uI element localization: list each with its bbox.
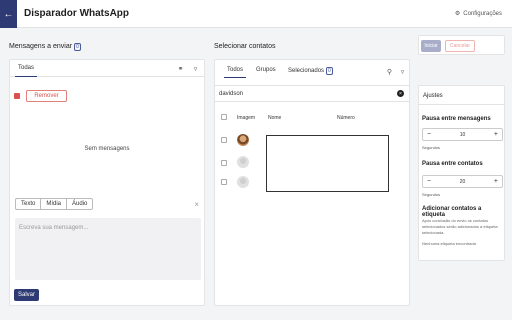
settings-title: Ajustes: [423, 93, 443, 99]
contacts-table-header: Imagem Nome Número: [215, 112, 409, 122]
avatar: [237, 156, 249, 168]
column-number: Número: [337, 115, 355, 121]
plus-icon[interactable]: +: [494, 131, 498, 138]
row-checkbox[interactable]: [221, 137, 227, 143]
tab-selecionados[interactable]: Selecionados 0: [288, 67, 333, 75]
contacts-tabs: Todos Grupos Selecionados 0 ⚲ ▿: [215, 60, 409, 86]
contact-interval-stepper[interactable]: − 20 +: [422, 175, 503, 188]
clear-search-icon[interactable]: ×: [397, 90, 404, 97]
tab-grupos[interactable]: Grupos: [256, 67, 276, 73]
contact-interval-label: Pausa entre contatos: [422, 161, 483, 167]
empty-messages-text: Sem mensagens: [84, 146, 130, 152]
plus-icon[interactable]: +: [494, 178, 498, 185]
selected-count-badge: 0: [326, 67, 333, 75]
message-interval-unit: Segundos: [422, 145, 441, 150]
redacted-contact-info: [266, 135, 389, 192]
message-interval-value[interactable]: 10: [423, 132, 502, 138]
contacts-section-title: Selecionar contatos: [214, 43, 276, 50]
tab-todos[interactable]: Todos: [223, 67, 247, 78]
tag-description: Após conclusão do envio os contatos sele…: [422, 218, 498, 235]
start-button[interactable]: Iniciar: [421, 40, 441, 52]
cancel-button[interactable]: Cancelar: [445, 40, 475, 52]
filter-icon[interactable]: ▿: [191, 64, 200, 73]
settings-link[interactable]: ⚙ Configurações: [454, 10, 502, 18]
search-icon[interactable]: ⚲: [385, 67, 394, 76]
message-input[interactable]: Escreva sua mensagem...: [15, 218, 201, 280]
settings-panel: Ajustes Pausa entre mensagens − 10 + Seg…: [418, 85, 505, 261]
column-name: Nome: [268, 115, 282, 121]
globe-icon[interactable]: ⚭: [176, 64, 185, 73]
type-audio-button[interactable]: Áudio: [67, 199, 92, 209]
no-tag-text: Nenhuma etiqueta encontrada: [422, 241, 476, 246]
contact-interval-value[interactable]: 20: [423, 179, 502, 185]
remove-button[interactable]: Remover: [26, 90, 67, 102]
contacts-panel: Todos Grupos Selecionados 0 ⚲ ▿ davidson …: [214, 59, 410, 306]
type-media-button[interactable]: Mídia: [41, 199, 68, 209]
gear-icon: ⚙: [454, 11, 461, 17]
app-title: Disparador WhatsApp: [24, 8, 130, 19]
divider: [419, 104, 504, 105]
contact-search-bar[interactable]: davidson ×: [215, 86, 409, 102]
select-all-checkbox[interactable]: [14, 93, 20, 99]
messages-tabs: Todas ⚭ ▿: [10, 60, 204, 77]
type-text-button[interactable]: Texto: [16, 199, 42, 209]
avatar: [237, 176, 249, 188]
actions-panel: Iniciar Cancelar: [418, 35, 505, 55]
back-button[interactable]: ←: [0, 0, 17, 28]
avatar: [237, 134, 249, 146]
messages-section-title: Mensagens a enviar 0: [9, 43, 81, 51]
column-image: Imagem: [237, 115, 256, 121]
row-checkbox[interactable]: [221, 179, 227, 185]
message-interval-stepper[interactable]: − 10 +: [422, 128, 503, 141]
messages-count-badge: 0: [74, 43, 81, 51]
row-checkbox[interactable]: [221, 160, 227, 166]
close-icon[interactable]: ×: [194, 200, 199, 209]
tag-section-label: Adicionar contatos a etiqueta: [422, 206, 482, 218]
message-placeholder: Escreva sua mensagem...: [19, 225, 89, 231]
message-type-selector: Texto Mídia Áudio: [15, 198, 94, 210]
settings-label: Configurações: [463, 10, 502, 17]
contact-search-value: davidson: [219, 91, 244, 97]
save-button[interactable]: Salvar: [14, 289, 39, 301]
select-all-contacts-checkbox[interactable]: [221, 114, 227, 120]
messages-panel: Todas ⚭ ▿ Remover Sem mensagens Texto Mí…: [9, 59, 205, 306]
filter-icon[interactable]: ▿: [398, 67, 407, 76]
contact-interval-unit: Segundos: [422, 192, 441, 197]
top-bar: ← Disparador WhatsApp ⚙ Configurações: [0, 0, 512, 28]
arrow-left-icon: ←: [3, 8, 14, 20]
tab-todas[interactable]: Todas: [14, 65, 38, 77]
message-interval-label: Pausa entre mensagens: [422, 116, 491, 122]
